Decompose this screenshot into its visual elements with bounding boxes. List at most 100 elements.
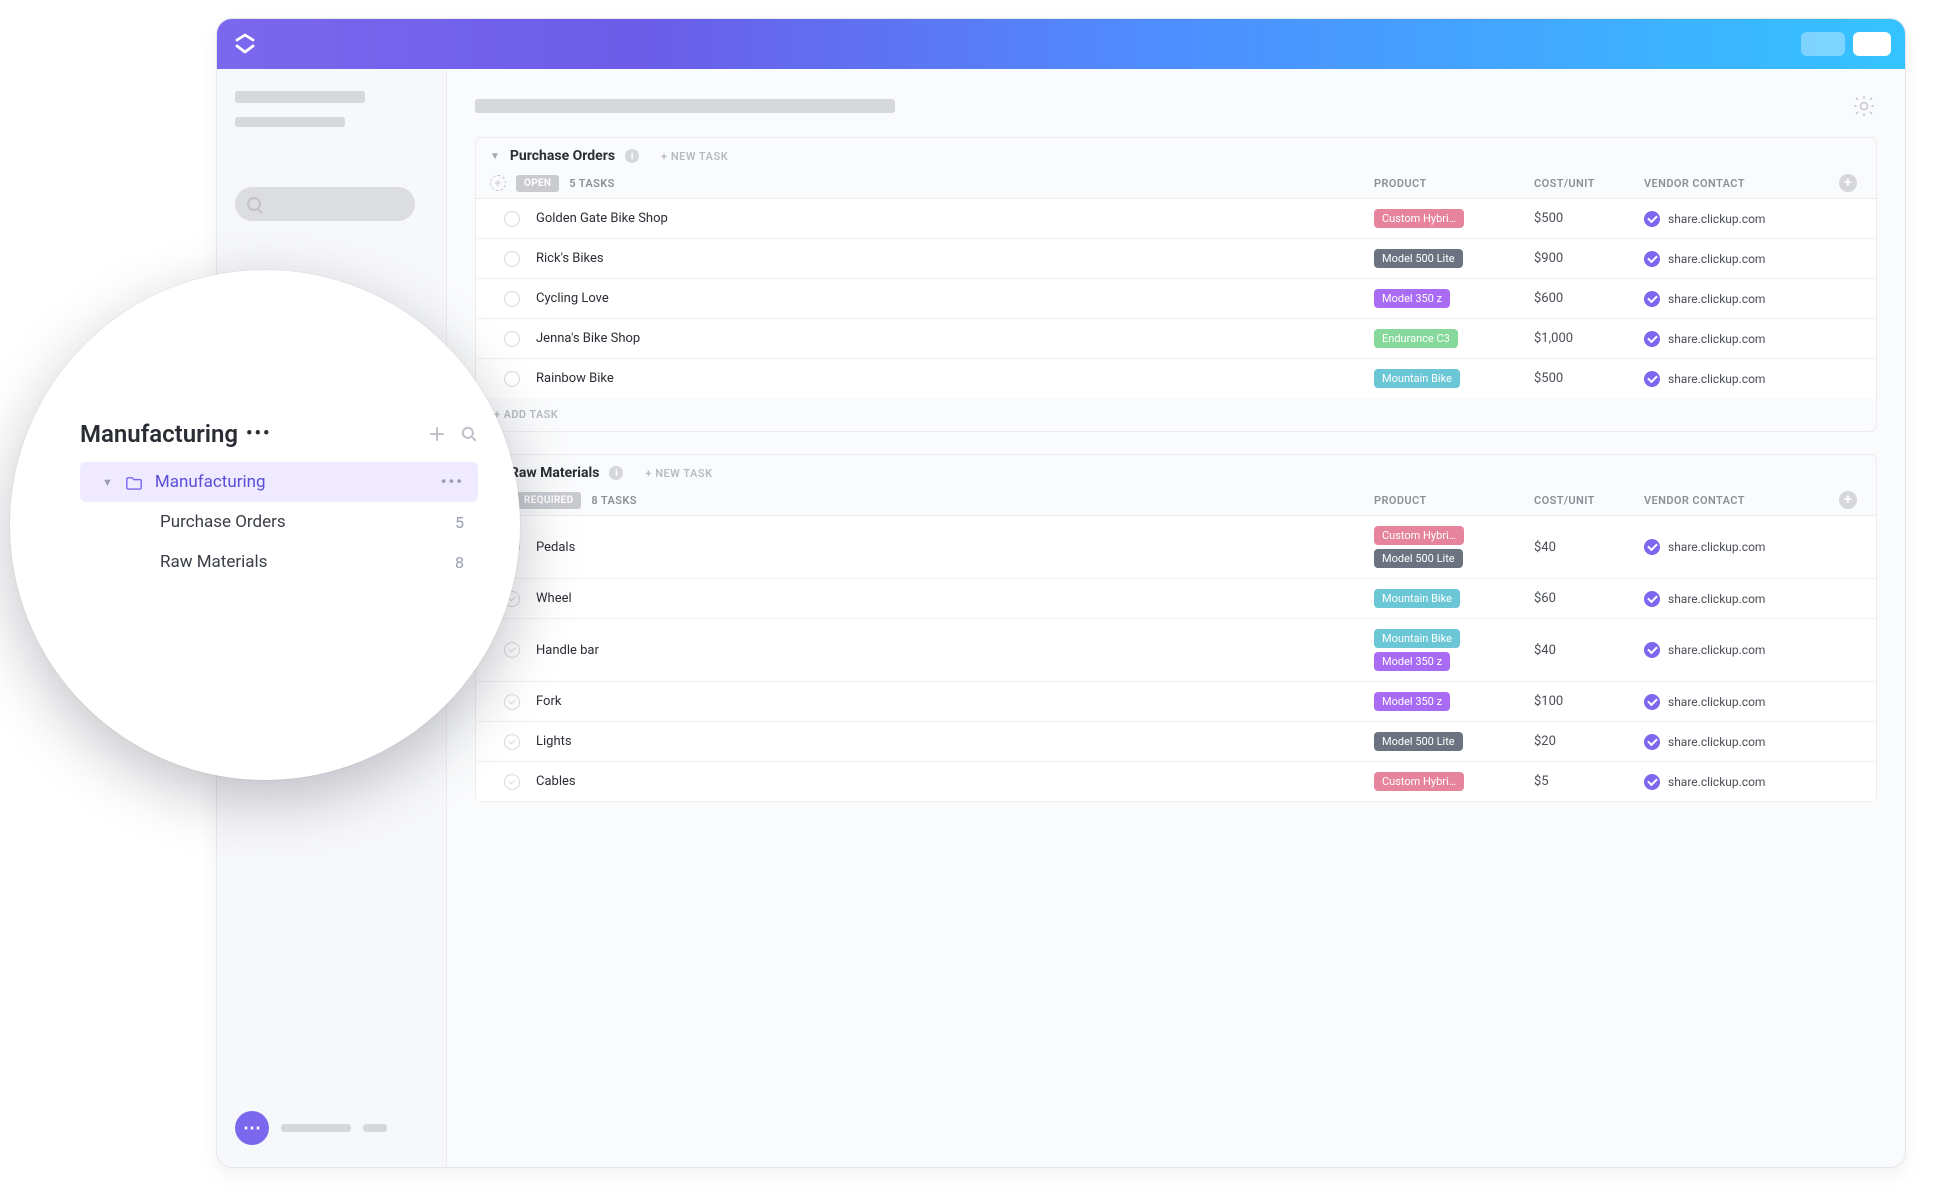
product-cell[interactable]: Endurance C3 [1374, 329, 1534, 348]
vendor-link[interactable]: share.clickup.com [1668, 372, 1765, 386]
task-name[interactable]: Rick's Bikes [536, 251, 1374, 266]
add-column-icon[interactable]: + [1839, 174, 1857, 192]
status-check-icon[interactable] [504, 331, 520, 347]
product-tag[interactable]: Model 500 Lite [1374, 249, 1463, 268]
vendor-link[interactable]: share.clickup.com [1668, 695, 1765, 709]
product-cell[interactable]: Model 500 Lite [1374, 732, 1534, 751]
product-cell[interactable]: Mountain Bike Model 350 z [1374, 629, 1534, 671]
cost-cell[interactable]: $500 [1534, 211, 1644, 226]
task-name[interactable]: Cycling Love [536, 291, 1374, 306]
product-tag[interactable]: Custom Hybri… [1374, 209, 1464, 228]
product-tag[interactable]: Mountain Bike [1374, 369, 1460, 388]
vendor-cell[interactable]: share.clickup.com [1644, 371, 1834, 387]
cost-cell[interactable]: $20 [1534, 734, 1644, 749]
product-cell[interactable]: Model 350 z [1374, 289, 1534, 308]
product-tag[interactable]: Custom Hybri… [1374, 526, 1464, 545]
product-cell[interactable]: Model 500 Lite [1374, 249, 1534, 268]
table-row[interactable]: LightsModel 500 Lite $20share.clickup.com [476, 722, 1876, 762]
task-name[interactable]: Fork [536, 694, 1374, 709]
sidebar-search[interactable] [235, 187, 415, 221]
task-name[interactable]: Jenna's Bike Shop [536, 331, 1374, 346]
cost-cell[interactable]: $100 [1534, 694, 1644, 709]
cost-cell[interactable]: $1,000 [1534, 331, 1644, 346]
status-check-icon[interactable] [504, 211, 520, 227]
titlebar-chip[interactable] [1801, 32, 1845, 56]
status-check-icon[interactable] [504, 694, 520, 710]
task-name[interactable]: Cables [536, 774, 1374, 789]
product-cell[interactable]: Custom Hybri… [1374, 209, 1534, 228]
vendor-link[interactable]: share.clickup.com [1668, 212, 1765, 226]
task-name[interactable]: Lights [536, 734, 1374, 749]
product-tag[interactable]: Mountain Bike [1374, 629, 1460, 648]
cost-cell[interactable]: $500 [1534, 371, 1644, 386]
table-row[interactable]: Jenna's Bike ShopEndurance C3 $1,000share… [476, 319, 1876, 359]
table-row[interactable]: ForkModel 350 z$100share.clickup.com [476, 682, 1876, 722]
cost-cell[interactable]: $40 [1534, 540, 1644, 555]
product-tag[interactable]: Endurance C3 [1374, 329, 1458, 348]
column-vendor[interactable]: VENDOR CONTACT [1644, 177, 1834, 190]
status-check-icon[interactable] [504, 251, 520, 267]
status-check-icon[interactable] [504, 371, 520, 387]
vendor-cell[interactable]: share.clickup.com [1644, 642, 1834, 658]
sidebar-folder-manufacturing[interactable]: ▼ Manufacturing ••• [80, 462, 478, 502]
add-status-icon[interactable]: + [490, 175, 506, 191]
task-name[interactable]: Rainbow Bike [536, 371, 1374, 386]
status-pill[interactable]: REQUIRED [516, 492, 581, 509]
table-row[interactable]: Cycling LoveModel 350 z$600share.clickup… [476, 279, 1876, 319]
product-cell[interactable]: Mountain Bike [1374, 369, 1534, 388]
product-tag[interactable]: Model 350 z [1374, 289, 1450, 308]
product-tag[interactable]: Model 500 Lite [1374, 732, 1463, 751]
search-icon[interactable] [460, 425, 478, 443]
cost-cell[interactable]: $60 [1534, 591, 1644, 606]
status-check-icon[interactable] [504, 642, 520, 658]
cost-cell[interactable]: $5 [1534, 774, 1644, 789]
cost-cell[interactable]: $40 [1534, 643, 1644, 658]
new-task-button[interactable]: + NEW TASK [645, 467, 712, 480]
product-tag[interactable]: Mountain Bike [1374, 589, 1460, 608]
settings-button[interactable] [1851, 93, 1877, 119]
product-tag[interactable]: Custom Hybri… [1374, 772, 1464, 791]
info-icon[interactable]: i [609, 466, 623, 480]
vendor-cell[interactable]: share.clickup.com [1644, 291, 1834, 307]
task-name[interactable]: Pedals [536, 540, 1374, 555]
table-row[interactable]: WheelMountain Bike $60 share.clickup.com [476, 579, 1876, 619]
table-row[interactable]: Golden Gate Bike ShopCustom Hybri… $500 sh… [476, 199, 1876, 239]
space-title[interactable]: Manufacturing [80, 420, 238, 448]
column-cost[interactable]: COST/UNIT [1534, 494, 1644, 507]
product-tag[interactable]: Model 500 Lite [1374, 549, 1463, 568]
table-row[interactable]: PedalsCustom Hybri… Model 500 Lite $40shar… [476, 516, 1876, 579]
table-row[interactable]: Rainbow BikeMountain Bike $500 share.click… [476, 359, 1876, 398]
table-row[interactable]: Handle barMountain Bike Model 350 z $40 sha… [476, 619, 1876, 682]
collapse-caret-icon[interactable]: ▼ [490, 151, 500, 162]
vendor-link[interactable]: share.clickup.com [1668, 292, 1765, 306]
add-icon[interactable] [428, 425, 446, 443]
info-icon[interactable]: i [625, 149, 639, 163]
column-product[interactable]: PRODUCT [1374, 177, 1534, 190]
sidebar-list-raw-materials[interactable]: Raw Materials 8 [80, 542, 478, 582]
vendor-cell[interactable]: share.clickup.com [1644, 331, 1834, 347]
column-product[interactable]: PRODUCT [1374, 494, 1534, 507]
status-check-icon[interactable] [504, 734, 520, 750]
task-name[interactable]: Wheel [536, 591, 1374, 606]
vendor-link[interactable]: share.clickup.com [1668, 643, 1765, 657]
chat-icon[interactable]: ⋯ [235, 1111, 269, 1145]
vendor-cell[interactable]: share.clickup.com [1644, 211, 1834, 227]
vendor-link[interactable]: share.clickup.com [1668, 592, 1765, 606]
cost-cell[interactable]: $900 [1534, 251, 1644, 266]
vendor-cell[interactable]: share.clickup.com [1644, 734, 1834, 750]
vendor-cell[interactable]: share.clickup.com [1644, 694, 1834, 710]
vendor-cell[interactable]: share.clickup.com [1644, 539, 1834, 555]
sidebar-list-purchase-orders[interactable]: Purchase Orders 5 [80, 502, 478, 542]
task-name[interactable]: Handle bar [536, 643, 1374, 658]
table-row[interactable]: CablesCustom Hybri… $5 share.clickup.com [476, 762, 1876, 801]
vendor-link[interactable]: share.clickup.com [1668, 775, 1765, 789]
table-row[interactable]: Rick's BikesModel 500 Lite$900share.clic… [476, 239, 1876, 279]
product-tag[interactable]: Model 350 z [1374, 652, 1450, 671]
status-check-icon[interactable] [504, 774, 520, 790]
task-name[interactable]: Golden Gate Bike Shop [536, 211, 1374, 226]
vendor-cell[interactable]: share.clickup.com [1644, 774, 1834, 790]
add-column-icon[interactable]: + [1839, 491, 1857, 509]
column-vendor[interactable]: VENDOR CONTACT [1644, 494, 1834, 507]
product-cell[interactable]: Custom Hybri… [1374, 772, 1534, 791]
status-check-icon[interactable] [504, 291, 520, 307]
